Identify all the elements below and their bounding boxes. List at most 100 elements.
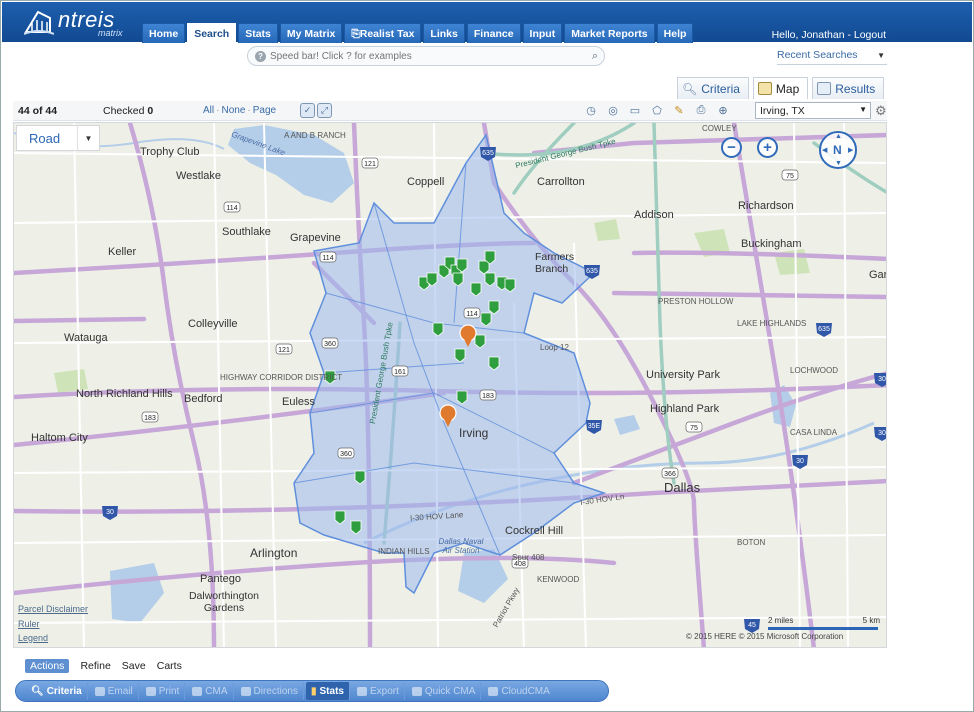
map-style-select[interactable]: Road ▼ — [16, 125, 100, 151]
checked-label: Checked — [103, 105, 145, 117]
place-label: Dallas — [664, 480, 701, 495]
criteria-button[interactable]: 🔍︎ Criteria — [26, 682, 88, 700]
select-none-link[interactable]: None — [221, 105, 245, 116]
shield-label: 121 — [364, 161, 376, 168]
directions-button[interactable]: Directions — [236, 682, 304, 700]
directions-icon — [240, 686, 251, 696]
map-copyright: © 2015 HERE © 2015 Microsoft Corporation — [686, 632, 844, 641]
nav-tab-home[interactable]: Home — [142, 23, 186, 43]
locate-icon[interactable]: ⊕ — [715, 103, 731, 118]
rectangle-draw-icon[interactable]: ▭ — [627, 103, 643, 118]
tab-results[interactable]: Results — [812, 77, 885, 99]
nav-tab-input[interactable]: Input — [522, 23, 563, 43]
quick-cma-button[interactable]: Quick CMA — [407, 682, 482, 700]
directions-button-label: Directions — [253, 685, 298, 697]
export-button-label: Export — [369, 685, 399, 697]
road-label: Loop 12 — [540, 343, 569, 352]
tab-criteria[interactable]: 🔍︎ Criteria — [677, 77, 749, 99]
select-inverse-icon[interactable]: ⤢ — [317, 103, 332, 118]
select-all-link[interactable]: All — [203, 105, 214, 116]
recent-searches-dropdown[interactable]: Recent Searches ▼ — [777, 49, 887, 65]
compass-control[interactable]: N ▲ ▼ ◀ ▶ — [819, 131, 857, 169]
gear-icon[interactable]: ⚙ — [875, 103, 887, 119]
clock-icon[interactable]: ◷ — [583, 103, 599, 118]
speed-bar: ? ⌕ — [247, 46, 605, 66]
place-label: Farmers Branch — [535, 251, 575, 275]
quick-cma-icon — [411, 686, 422, 696]
select-checked-icon[interactable]: ✓ — [300, 103, 315, 118]
logout-link[interactable]: Logout — [854, 29, 886, 41]
search-icon[interactable]: ⌕ — [592, 50, 598, 63]
export-icon — [356, 686, 367, 696]
nav-tab-links[interactable]: Links — [423, 23, 465, 43]
tab-map[interactable]: Map — [752, 77, 809, 99]
save-tab[interactable]: Save — [122, 660, 146, 672]
place-label: Coppell — [407, 176, 445, 188]
nav-tab-my-matrix[interactable]: My Matrix — [279, 23, 343, 43]
results-list-icon — [817, 82, 832, 95]
ruler-link[interactable]: Ruler — [18, 619, 40, 629]
map-view[interactable]: 635 635 635 35E 30 30 30 45 30 121 114 1… — [13, 122, 887, 648]
compass-north-label: N — [833, 143, 842, 157]
refine-tab[interactable]: Refine — [80, 660, 110, 672]
email-icon — [94, 686, 105, 696]
shield-label: 45 — [748, 622, 756, 629]
place-label: Addison — [634, 209, 674, 221]
nav-tab-market-reports[interactable]: Market Reports — [564, 23, 655, 43]
carts-tab[interactable]: Carts — [157, 660, 182, 672]
select-separator: · — [216, 105, 220, 116]
parcel-disclaimer-link[interactable]: Parcel Disclaimer — [18, 604, 88, 614]
cloudcma-button[interactable]: CloudCMA — [483, 682, 554, 700]
shield-label: 114 — [466, 311, 477, 318]
place-label: Highland Park — [650, 403, 720, 415]
cma-button[interactable]: CMA — [187, 682, 234, 700]
stats-button[interactable]: ▮ Stats — [306, 682, 350, 700]
export-button[interactable]: Export — [352, 682, 405, 700]
nav-tab-search[interactable]: Search — [187, 23, 237, 43]
print-button[interactable]: Print — [141, 682, 186, 700]
actions-tab[interactable]: Actions — [25, 659, 70, 673]
nav-tab-finance[interactable]: Finance — [466, 23, 521, 43]
shield-label: 30 — [878, 430, 886, 437]
road-label: BOTON — [737, 538, 766, 547]
ntreis-logo[interactable]: ntreis matrix — [24, 6, 134, 40]
pan-right-icon[interactable]: ▶ — [848, 146, 853, 154]
cma-button-label: CMA — [205, 685, 228, 697]
speedbar-input[interactable] — [270, 49, 580, 63]
shield-label: 408 — [514, 561, 526, 568]
nav-tab-help[interactable]: Help — [656, 23, 694, 43]
pan-down-icon[interactable]: ▼ — [835, 160, 842, 167]
magnifier-icon: 🔍︎ — [31, 685, 44, 697]
location-select[interactable]: Irving, TX ▼ — [755, 102, 871, 119]
nav-tab-realist-tax[interactable]: ⎘Realist Tax — [344, 23, 422, 43]
scale-km: 5 km — [862, 616, 880, 625]
tab-map-label: Map — [775, 81, 800, 96]
select-page-link[interactable]: Page — [253, 105, 276, 116]
polygon-draw-icon[interactable]: ⬠ — [649, 103, 665, 118]
nav-tab-stats[interactable]: Stats — [238, 23, 278, 43]
shield-label: 75 — [690, 425, 698, 432]
zoom-in-button[interactable]: + — [757, 137, 778, 158]
eraser-icon[interactable]: ✎ — [671, 103, 687, 118]
place-label: Richardson — [738, 200, 794, 212]
road-label: A AND B RANCH — [284, 131, 346, 140]
pan-up-icon[interactable]: ▲ — [835, 133, 842, 140]
pan-left-icon[interactable]: ◀ — [822, 146, 827, 154]
cma-icon — [192, 686, 203, 696]
legend-link[interactable]: Legend — [18, 633, 48, 643]
tab-criteria-label: Criteria — [701, 81, 740, 96]
email-button[interactable]: Email — [90, 682, 139, 700]
main-nav: Home Search Stats My Matrix ⎘Realist Tax… — [142, 23, 694, 43]
place-label: Carrollton — [537, 176, 585, 188]
user-greeting: Hello, Jonathan — [771, 29, 845, 41]
zoom-out-button[interactable]: − — [721, 137, 742, 158]
magnifier-icon: 🔍︎ — [682, 81, 698, 96]
print-map-icon[interactable]: ⎙ — [693, 103, 709, 118]
result-count: 44 of 44 — [18, 105, 58, 117]
location-value: Irving, TX — [760, 105, 805, 117]
circle-draw-icon[interactable]: ◎ — [605, 103, 621, 118]
speedbar-help-icon[interactable]: ? — [255, 51, 266, 62]
select-links: All · None · Page — [203, 105, 276, 116]
cloudcma-button-label: CloudCMA — [501, 685, 550, 697]
shield-label: 635 — [818, 326, 830, 333]
